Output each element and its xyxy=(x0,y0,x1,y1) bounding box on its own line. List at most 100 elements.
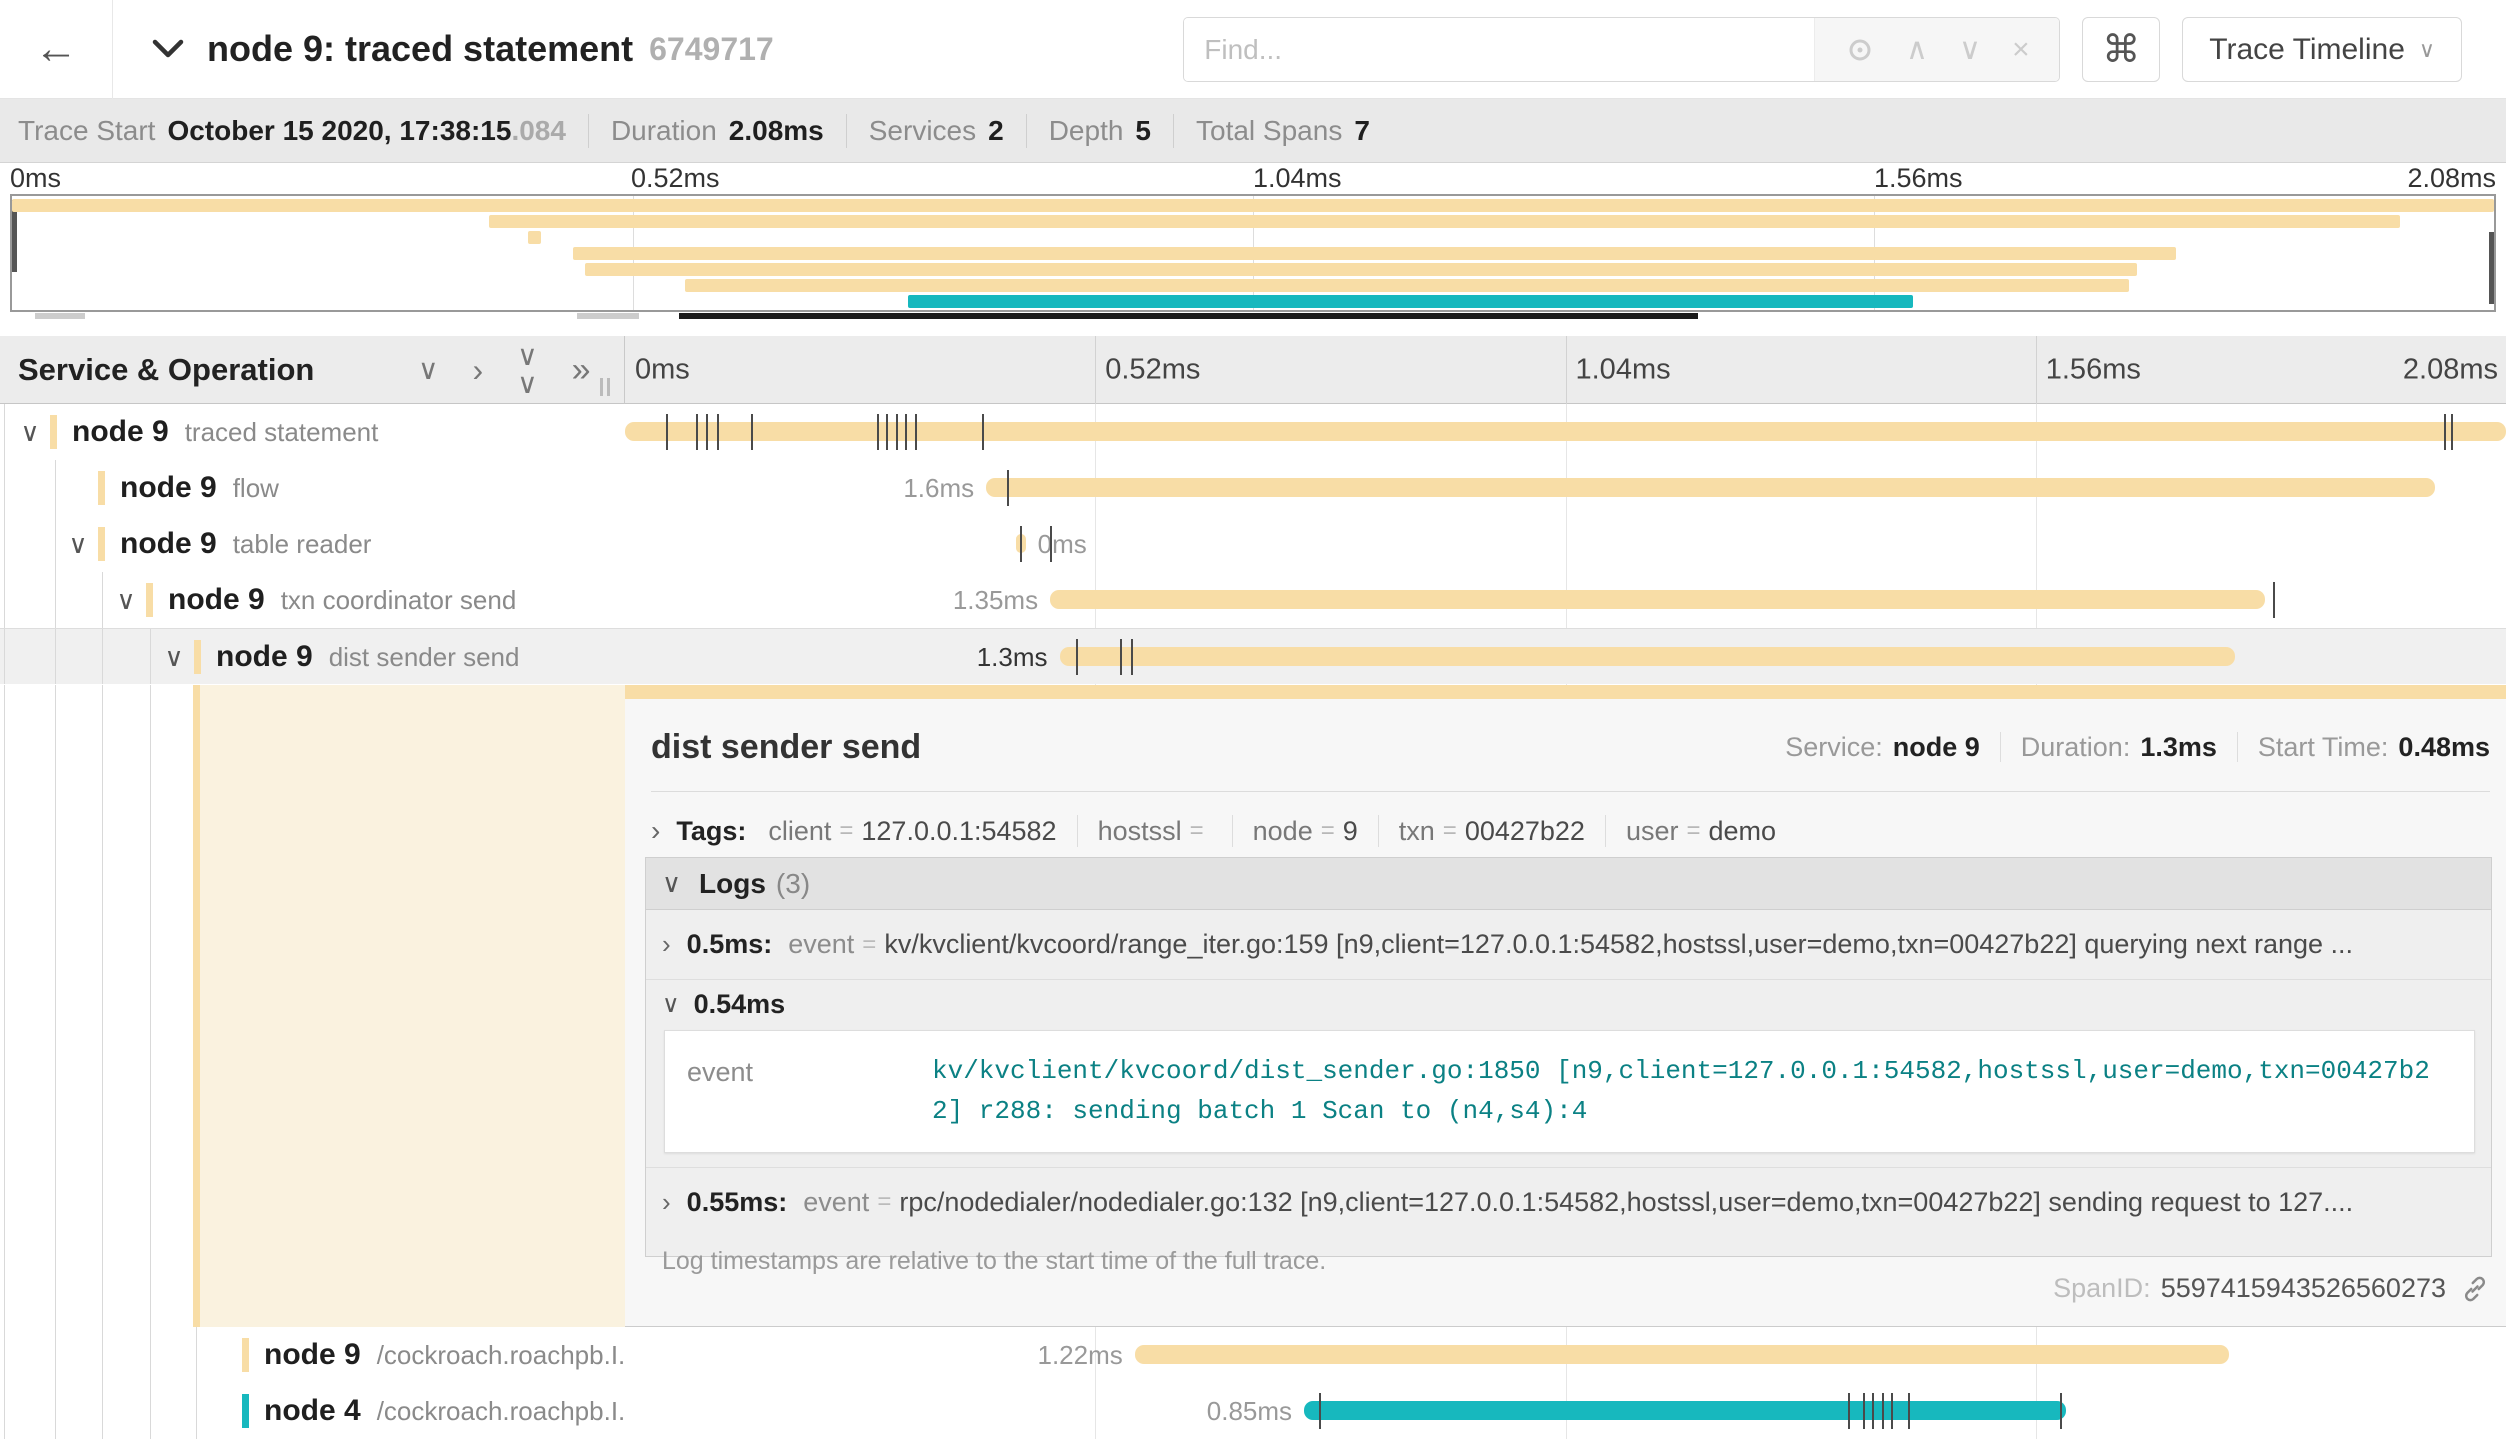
span-operation-name: txn coordinator send xyxy=(281,585,517,615)
expand-all-icon[interactable]: » xyxy=(572,353,591,387)
log-entry-row[interactable]: › 0.55ms: event = rpc/nodedialer/nodedia… xyxy=(646,1167,2491,1237)
log-marker-tick xyxy=(717,414,719,450)
find-prev-icon[interactable]: ∧ xyxy=(1906,35,1928,65)
minimap-span-bar xyxy=(12,199,2494,212)
span-timeline-row[interactable]: 0.85ms xyxy=(625,1383,2506,1439)
span-timeline-row[interactable]: 0ms xyxy=(625,516,2506,572)
span-service-name: node 4 xyxy=(264,1394,361,1427)
log-marker-tick xyxy=(751,414,753,450)
tree-guide-line xyxy=(55,516,56,572)
collapse-all-icon[interactable]: ∨∨ xyxy=(517,342,538,398)
log-marker-tick xyxy=(2060,1393,2062,1429)
tags-row[interactable]: › Tags: client=127.0.0.1:54582 hostssl= … xyxy=(651,807,2490,855)
log-entry-row[interactable]: › 0.5ms: event = kv/kvclient/kvcoord/ran… xyxy=(646,910,2491,980)
service-color-bar xyxy=(194,640,201,674)
trace-duration: Duration 2.08ms xyxy=(611,115,824,147)
span-service-name: node 9 xyxy=(264,1338,361,1371)
locate-icon[interactable] xyxy=(1845,35,1875,65)
selected-span-left-gutter xyxy=(0,685,625,1327)
chevron-down-icon xyxy=(151,38,185,60)
span-operation-name: /cockroach.roachpb.I... xyxy=(377,1340,625,1370)
span-tree-row[interactable]: node 4/cockroach.roachpb.I... xyxy=(0,1383,625,1439)
tree-guide-line xyxy=(4,572,5,628)
span-tree-row[interactable]: ∨ node 9 dist sender send xyxy=(0,628,625,684)
tree-guide-line xyxy=(55,629,56,684)
span-timeline-row[interactable]: 1.3ms xyxy=(625,628,2506,684)
span-duration-bar[interactable] xyxy=(1060,647,2236,666)
minimap-scrubber[interactable] xyxy=(10,313,2496,319)
span-tree-row[interactable]: ∨node 9traced statement xyxy=(0,404,625,460)
log-marker-tick xyxy=(1076,639,1078,675)
span-expander-icon[interactable]: ∨ xyxy=(158,629,190,684)
trace-depth: Depth 5 xyxy=(1049,115,1151,147)
span-duration-bar[interactable] xyxy=(1135,1345,2230,1364)
span-duration-bar[interactable] xyxy=(986,478,2434,497)
service-color-bar xyxy=(242,1338,249,1372)
find-clear-icon[interactable]: × xyxy=(2012,35,2030,65)
tag-item: client=127.0.0.1:54582 xyxy=(768,816,1056,847)
span-tree-row[interactable]: node 9flow xyxy=(0,460,625,516)
find-next-icon[interactable]: ∨ xyxy=(1959,35,1981,65)
span-timeline-row[interactable]: 1.6ms xyxy=(625,460,2506,516)
tree-guide-line xyxy=(55,572,56,628)
keyboard-shortcuts-button[interactable]: ⌘ xyxy=(2082,17,2160,82)
tree-guide-line xyxy=(150,1327,151,1383)
expand-one-icon[interactable]: › xyxy=(473,354,484,386)
collapse-trace-chevron[interactable] xyxy=(151,38,185,60)
back-button[interactable]: ← xyxy=(0,0,113,99)
logs-header[interactable]: ∨ Logs (3) xyxy=(646,858,2491,910)
span-tree-row[interactable]: ∨node 9txn coordinator send xyxy=(0,572,625,628)
selected-span-color-band xyxy=(193,685,200,1327)
span-id-label: SpanID: xyxy=(2053,1273,2151,1304)
service-color-bar xyxy=(242,1394,249,1428)
dropdown-caret-icon: ∨ xyxy=(2419,37,2435,63)
minimap-span-bar xyxy=(585,263,2136,276)
collapse-one-icon[interactable]: ∨ xyxy=(418,356,439,384)
span-timeline-row[interactable]: 1.35ms xyxy=(625,572,2506,628)
minimap-right-handle[interactable] xyxy=(2489,232,2494,304)
log-marker-tick xyxy=(982,414,984,450)
service-color-bar xyxy=(98,527,105,561)
minimap-span-bar xyxy=(528,231,540,244)
timeline-column-header[interactable]: 0ms 0.52ms 1.04ms 1.56ms 2.08ms xyxy=(625,336,2506,404)
span-duration-label: 1.3ms xyxy=(977,629,1048,685)
span-expander-icon[interactable]: ∨ xyxy=(14,404,46,460)
log-entry-expanded-header[interactable]: ∨ 0.54ms xyxy=(646,980,2491,1028)
span-duration-label: 0.85ms xyxy=(1207,1383,1292,1439)
log-marker-tick xyxy=(1863,1393,1865,1429)
trace-timeline-label: Trace Timeline xyxy=(2209,33,2405,67)
page-header: ← node 9: traced statement 6749717 ∧ ∨ × xyxy=(0,0,2506,99)
span-service-name: node 9 xyxy=(120,471,217,504)
minimap-span-bar xyxy=(908,295,1913,308)
span-timeline-row[interactable]: 1.22ms xyxy=(625,1327,2506,1383)
tags-expander-icon[interactable]: › xyxy=(651,815,660,847)
minimap-canvas[interactable] xyxy=(10,194,2496,312)
copy-link-icon[interactable] xyxy=(2460,1274,2490,1304)
minimap-span-bar xyxy=(685,279,2130,292)
span-duration-bar[interactable] xyxy=(1304,1401,2066,1420)
span-expander-icon[interactable]: ∨ xyxy=(110,572,142,628)
span-tree-row[interactable]: node 9/cockroach.roachpb.I... xyxy=(0,1327,625,1383)
span-timeline-row[interactable] xyxy=(625,404,2506,460)
trace-summary-bar: Trace Start October 15 2020, 17:38:15.08… xyxy=(0,99,2506,163)
column-resize-grip[interactable] xyxy=(600,378,610,396)
tree-guide-line xyxy=(102,1327,103,1383)
find-input[interactable] xyxy=(1184,18,1814,81)
minimap-span-bar xyxy=(489,215,2400,228)
span-duration-bar[interactable] xyxy=(1050,590,2265,609)
span-service-name: node 9 xyxy=(216,640,313,673)
span-operation-name: traced statement xyxy=(185,417,379,447)
find-group: ∧ ∨ × xyxy=(1183,17,2060,82)
span-service-name: node 9 xyxy=(120,527,217,560)
logs-collapse-icon: ∨ xyxy=(662,868,681,899)
span-expander-icon[interactable]: ∨ xyxy=(62,516,94,572)
span-operation-name: dist sender send xyxy=(329,642,520,672)
log-marker-tick xyxy=(1020,526,1022,562)
trace-total-spans: Total Spans 7 xyxy=(1196,115,1370,147)
span-detail-title: dist sender send xyxy=(651,728,921,767)
span-tree-row[interactable]: ∨node 9table reader xyxy=(0,516,625,572)
command-icon: ⌘ xyxy=(2102,27,2140,72)
service-color-bar xyxy=(50,415,57,449)
trace-timeline-dropdown[interactable]: Trace Timeline ∨ xyxy=(2182,17,2462,82)
span-operation-name: /cockroach.roachpb.I... xyxy=(377,1396,625,1426)
